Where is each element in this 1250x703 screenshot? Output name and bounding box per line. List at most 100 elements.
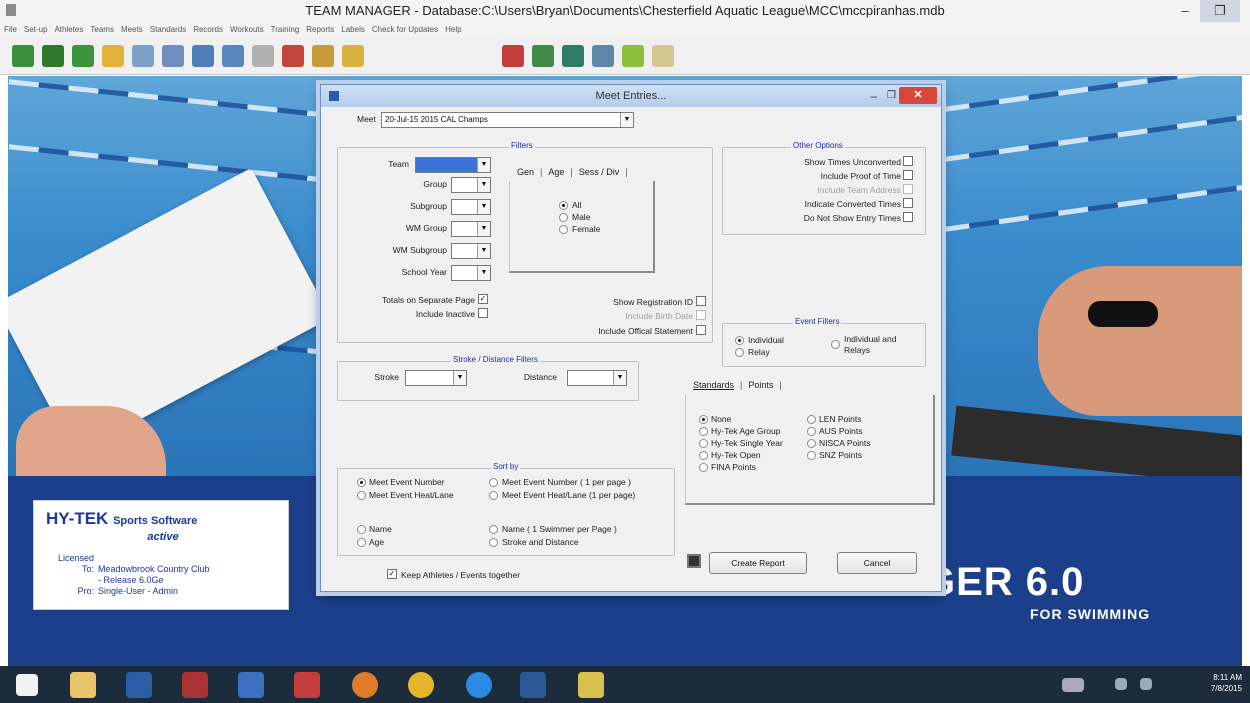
- sort-heat-lane-page-radio[interactable]: [489, 491, 498, 500]
- include-inactive-checkbox[interactable]: [478, 308, 488, 318]
- tab-standards[interactable]: Standards: [693, 380, 734, 390]
- standard-snz-radio[interactable]: [807, 451, 816, 460]
- app-icon-taskbar[interactable]: [294, 672, 320, 698]
- standards-icon[interactable]: [652, 45, 674, 67]
- subgroup-select[interactable]: ▼: [451, 199, 491, 215]
- entries-icon[interactable]: [162, 45, 184, 67]
- menu-athletes[interactable]: Athletes: [54, 25, 83, 34]
- star-icon[interactable]: [102, 45, 124, 67]
- wm-group-select[interactable]: ▼: [451, 221, 491, 237]
- team-select[interactable]: ▼: [415, 157, 491, 173]
- stopwatch-icon[interactable]: [252, 45, 274, 67]
- tab-gen[interactable]: Gen: [517, 167, 534, 177]
- sort-event-number-radio[interactable]: [357, 478, 366, 487]
- tab-age[interactable]: Age: [548, 167, 564, 177]
- app-icon-taskbar[interactable]: [238, 672, 264, 698]
- sort-age-radio[interactable]: [357, 538, 366, 547]
- menu-setup[interactable]: Set-up: [24, 25, 48, 34]
- show-reg-id-checkbox[interactable]: [696, 296, 706, 306]
- wm-subgroup-select[interactable]: ▼: [451, 243, 491, 259]
- include-proof-checkbox[interactable]: [903, 170, 913, 180]
- menu-check-updates[interactable]: Check for Updates: [372, 25, 438, 34]
- chevron-down-icon[interactable]: ▼: [613, 371, 626, 385]
- event-both-radio[interactable]: [831, 340, 840, 349]
- network-icon[interactable]: [1115, 678, 1127, 690]
- chevron-down-icon[interactable]: ▼: [477, 266, 490, 280]
- import-icon[interactable]: [592, 45, 614, 67]
- minimize-button[interactable]: –: [1170, 0, 1200, 22]
- restore-button[interactable]: ❐: [1200, 0, 1240, 22]
- start-icon[interactable]: [16, 674, 38, 696]
- school-year-select[interactable]: ▼: [451, 265, 491, 281]
- gender-female-radio[interactable]: [559, 225, 568, 234]
- standard-nisca-radio[interactable]: [807, 439, 816, 448]
- menu-workouts[interactable]: Workouts: [230, 25, 264, 34]
- meet-manager-icon[interactable]: [578, 672, 604, 698]
- workout-icon[interactable]: [622, 45, 644, 67]
- dialog-minimize-button[interactable]: –: [870, 85, 877, 107]
- standard-fina-radio[interactable]: [699, 463, 708, 472]
- event-individual-radio[interactable]: [735, 336, 744, 345]
- cancel-button[interactable]: Cancel: [837, 552, 917, 574]
- chevron-down-icon[interactable]: ▼: [477, 222, 490, 236]
- stroke-select[interactable]: ▼: [405, 370, 467, 386]
- menu-training[interactable]: Training: [271, 25, 300, 34]
- menu-meets[interactable]: Meets: [121, 25, 143, 34]
- app-icon-taskbar[interactable]: [126, 672, 152, 698]
- menu-records[interactable]: Records: [193, 25, 223, 34]
- relay-icon[interactable]: [42, 45, 64, 67]
- include-official-checkbox[interactable]: [696, 325, 706, 335]
- standard-aus-radio[interactable]: [807, 427, 816, 436]
- event-relay-radio[interactable]: [735, 348, 744, 357]
- meet-icon[interactable]: [132, 45, 154, 67]
- globe-icon[interactable]: [562, 45, 584, 67]
- chevron-down-icon[interactable]: ▼: [453, 371, 466, 385]
- group-select[interactable]: ▼: [451, 177, 491, 193]
- clock[interactable]: 8:11 AM 7/8/2015: [1211, 672, 1242, 694]
- standard-hytek-open-radio[interactable]: [699, 451, 708, 460]
- gender-all-radio[interactable]: [559, 201, 568, 210]
- sort-heat-lane-radio[interactable]: [357, 491, 366, 500]
- chevron-down-icon[interactable]: ▼: [477, 178, 490, 192]
- sort-name-radio[interactable]: [357, 525, 366, 534]
- file-explorer-icon[interactable]: [70, 672, 96, 698]
- show-times-unconverted-checkbox[interactable]: [903, 156, 913, 166]
- sort-stroke-distance-radio[interactable]: [489, 538, 498, 547]
- standard-len-radio[interactable]: [807, 415, 816, 424]
- menu-help[interactable]: Help: [445, 25, 461, 34]
- menu-reports[interactable]: Reports: [306, 25, 334, 34]
- sort-event-number-page-radio[interactable]: [489, 478, 498, 487]
- create-report-button[interactable]: Create Report: [709, 552, 807, 574]
- records-icon[interactable]: [282, 45, 304, 67]
- chevron-down-icon[interactable]: ▼: [477, 158, 490, 172]
- no-entry-times-checkbox[interactable]: [903, 212, 913, 222]
- chevron-down-icon[interactable]: ▼: [477, 200, 490, 214]
- menu-standards[interactable]: Standards: [150, 25, 186, 34]
- indicate-converted-checkbox[interactable]: [903, 198, 913, 208]
- tab-points[interactable]: Points: [748, 380, 773, 390]
- sort-name-page-radio[interactable]: [489, 525, 498, 534]
- menu-teams[interactable]: Teams: [90, 25, 114, 34]
- include-birth-date-checkbox[interactable]: [696, 310, 706, 320]
- meet-select[interactable]: 20-Jul-15 2015 CAL Champs ▼: [381, 112, 634, 128]
- standard-hytek-age-radio[interactable]: [699, 427, 708, 436]
- firefox-icon[interactable]: [352, 672, 378, 698]
- menu-labels[interactable]: Labels: [341, 25, 365, 34]
- keyboard-icon[interactable]: [1062, 678, 1084, 692]
- team-manager-icon[interactable]: [182, 672, 208, 698]
- results-icon[interactable]: [192, 45, 214, 67]
- tab-sess-div[interactable]: Sess / Div: [579, 167, 620, 177]
- athlete-icon[interactable]: [12, 45, 34, 67]
- standard-hytek-single-radio[interactable]: [699, 439, 708, 448]
- totals-checkbox[interactable]: ✓: [478, 294, 488, 304]
- report-icon[interactable]: [222, 45, 244, 67]
- keep-together-checkbox[interactable]: ✓: [387, 569, 397, 579]
- dialog-maximize-button[interactable]: ❐: [887, 85, 896, 107]
- standard-none-radio[interactable]: [699, 415, 708, 424]
- chrome-icon[interactable]: [408, 672, 434, 698]
- export-icon[interactable]: [532, 45, 554, 67]
- volume-icon[interactable]: [1140, 678, 1152, 690]
- team-icon[interactable]: [72, 45, 94, 67]
- chevron-down-icon[interactable]: ▼: [477, 244, 490, 258]
- word-icon[interactable]: [520, 672, 546, 698]
